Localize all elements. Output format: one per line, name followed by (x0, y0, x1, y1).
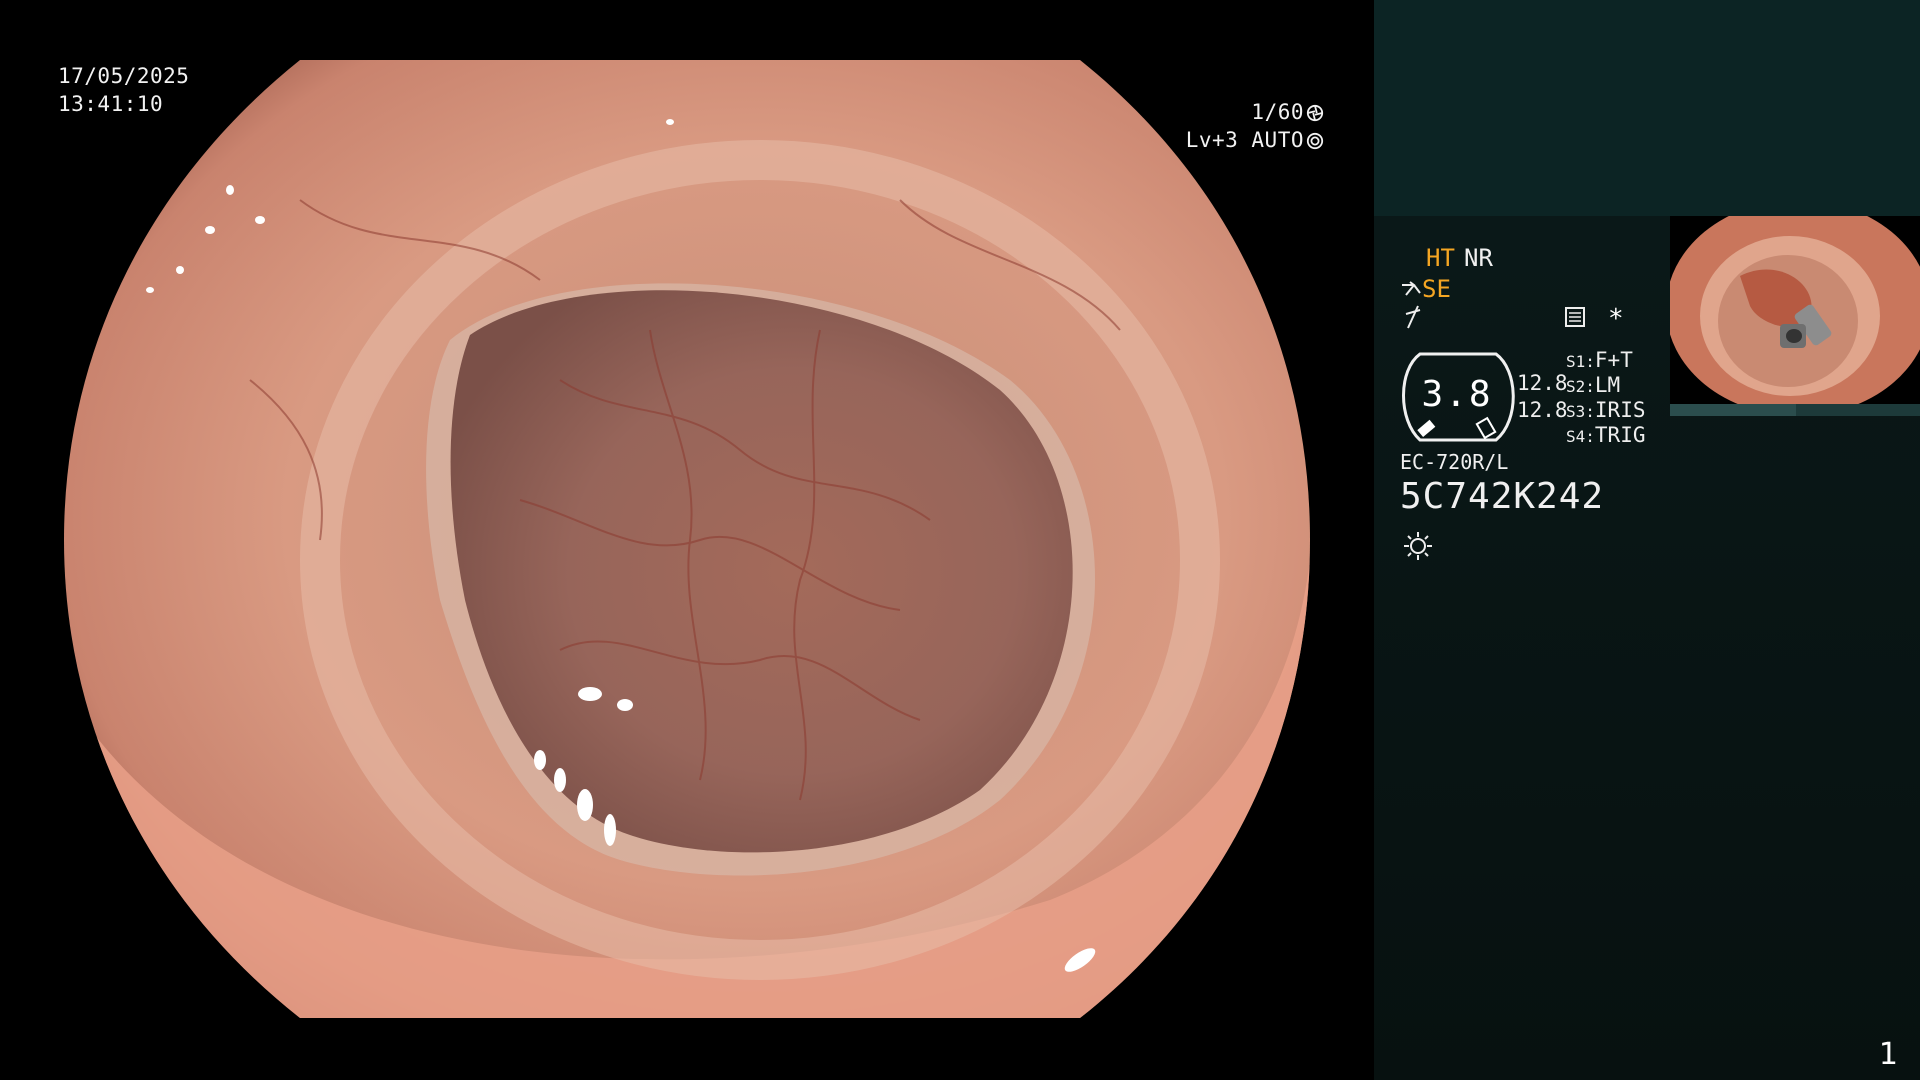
se-label: SE (1422, 275, 1451, 303)
switch-assignment-2: S2:LM (1566, 373, 1620, 399)
info-panel: HT NR SE * 3.8 12.8 12.8 S1:F+T S2:LM S3… (1374, 0, 1920, 1080)
panel-header-area (1374, 0, 1920, 216)
switch-key: S2: (1566, 377, 1595, 396)
thumbnail-status-bar (1670, 404, 1920, 416)
date-time-display: 17/05/2025 13:41:10 (58, 62, 189, 118)
switch-assignment-1: S1:F+T (1566, 348, 1633, 374)
scope-tip-icon (1402, 281, 1421, 296)
se-indicator: SE (1400, 275, 1451, 303)
switch-value: F+T (1594, 348, 1633, 372)
memo-icon (1565, 307, 1585, 327)
shutter-speed-text: 1/60 (1251, 100, 1304, 124)
iris-level-text: Lv+3 AUTO (1185, 128, 1304, 152)
time-text: 13:41:10 (58, 92, 164, 116)
date-text: 17/05/2025 (58, 64, 190, 88)
switch-key: S4: (1566, 427, 1595, 446)
scope-model: EC-720R/L (1400, 450, 1509, 474)
value-readout-1: 12.8 (1517, 371, 1568, 395)
thumbnail-status-fill (1670, 404, 1796, 416)
scope-serial-number: 5C742K242 (1400, 476, 1605, 517)
iris-icon (1306, 132, 1324, 150)
value-readout-2: 12.8 (1517, 398, 1568, 422)
endoscopic-image (64, 60, 1310, 1018)
switch-value: LM (1594, 373, 1621, 397)
asterisk-icon: * (1608, 304, 1624, 334)
switch-assignment-4: S4:TRIG (1566, 423, 1645, 449)
nr-indicator: NR (1464, 244, 1493, 272)
switch-key: S1: (1566, 352, 1595, 371)
exposure-display: 1/60 Lv+3 AUTO (1186, 98, 1324, 154)
switch-value: TRIG (1594, 423, 1646, 447)
lightning-icon (1405, 305, 1421, 329)
switch-assignment-3: S3:IRIS (1566, 398, 1645, 424)
switch-key: S3: (1566, 402, 1595, 421)
aperture-icon (1306, 104, 1324, 122)
captured-thumbnail[interactable] (1670, 216, 1920, 414)
ht-indicator: HT (1426, 244, 1455, 272)
gauge-value: 3.8 (1421, 374, 1493, 415)
switch-value: IRIS (1594, 398, 1646, 422)
page-number: 1 (1878, 1037, 1898, 1072)
endoscopy-view: 17/05/2025 13:41:10 1/60 Lv+3 AUTO (0, 0, 1374, 1080)
light-sun-icon (1404, 532, 1432, 560)
